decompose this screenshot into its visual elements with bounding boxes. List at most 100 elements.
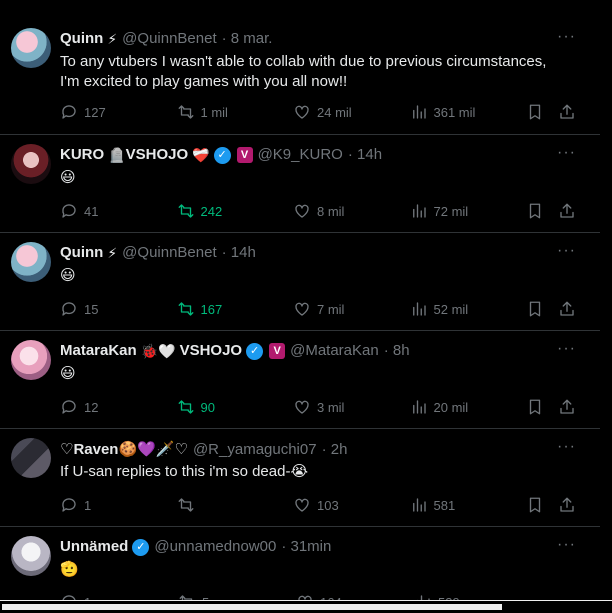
more-icon[interactable]: ··· (557, 28, 576, 46)
views-icon (412, 498, 426, 512)
reply-button[interactable]: 12 (60, 398, 177, 416)
like-icon (295, 105, 309, 119)
tweet-secondary-actions (526, 398, 576, 416)
affiliate-badge-icon[interactable]: V (236, 147, 253, 163)
like-button[interactable]: 24 mil (293, 103, 410, 121)
avatar[interactable] (11, 536, 51, 576)
retweet-button[interactable]: 242 (177, 202, 294, 220)
more-icon[interactable]: ··· (557, 242, 576, 260)
more-icon[interactable]: ··· (557, 144, 576, 162)
share-icon[interactable] (558, 300, 576, 318)
bookmark-icon[interactable] (526, 300, 544, 318)
handle[interactable]: @QuinnBenet (122, 29, 216, 49)
display-name[interactable]: KURO (60, 145, 104, 165)
display-name[interactable]: Unnämed (60, 537, 128, 557)
reply-count: 41 (84, 203, 99, 219)
retweet-count: 1 mil (200, 104, 228, 120)
tweet[interactable]: MataraKan 🐞🤍 VSHOJO ✓ V @MataraKan · 8h … (0, 330, 600, 429)
views-button[interactable]: 20 mil (410, 398, 527, 416)
retweet-icon (178, 204, 193, 218)
like-count: 103 (317, 497, 339, 513)
retweet-count: 90 (200, 399, 215, 415)
timestamp[interactable]: · 8h (384, 341, 410, 361)
handle[interactable]: @QuinnBenet (122, 243, 216, 263)
tweet-actions: 15 167 7 mil 52 mil (60, 299, 576, 319)
tweet[interactable]: Quinn ⚡ @QuinnBenet · 8 mar. ··· To any … (0, 14, 600, 135)
like-count: 8 mil (317, 203, 345, 219)
more-icon[interactable]: ··· (557, 536, 576, 554)
tweet-secondary-actions (526, 202, 576, 220)
avatar[interactable] (11, 28, 51, 68)
tweet-header: Unnämed ✓ @unnamednow00 · 31min (60, 537, 331, 557)
views-count: 72 mil (433, 203, 469, 219)
bookmark-icon[interactable] (526, 398, 544, 416)
like-count: 24 mil (317, 104, 352, 120)
tweet-secondary-actions (526, 496, 576, 514)
verified-icon: ✓ (213, 146, 231, 164)
reply-button[interactable]: 127 (60, 103, 177, 121)
avatar[interactable] (11, 340, 51, 380)
name-emoji: ❤️‍🩹 (192, 147, 210, 163)
tweet-secondary-actions (526, 103, 576, 121)
share-icon[interactable] (558, 398, 576, 416)
tweet-text: 😃 (60, 365, 76, 382)
reply-button[interactable]: 15 (60, 300, 177, 318)
retweet-icon (178, 302, 193, 316)
retweet-button[interactable]: 90 (177, 398, 294, 416)
scrollbar-thumb[interactable] (2, 604, 502, 610)
display-name[interactable]: Quinn (60, 243, 103, 263)
timestamp[interactable]: · 2h (322, 440, 348, 460)
views-button[interactable]: 361 mil (410, 103, 527, 121)
like-button[interactable]: 8 mil (293, 202, 410, 220)
retweet-count: 242 (200, 203, 223, 219)
bookmark-icon[interactable] (526, 202, 544, 220)
tweet[interactable]: ♡Raven🍪💜🗡️♡ @R_yamaguchi07 · 2h ··· If U… (0, 428, 600, 527)
affiliate-badge-icon[interactable]: V (269, 343, 286, 359)
handle[interactable]: @unnamednow00 (154, 537, 276, 557)
like-button[interactable]: 103 (293, 496, 410, 514)
views-button[interactable]: 581 (410, 496, 527, 514)
vertical-scrollbar[interactable] (600, 0, 612, 612)
tweet[interactable]: KURO 🪦 VSHOJO ❤️‍🩹 ✓ V @K9_KURO · 14h ··… (0, 134, 600, 233)
more-icon[interactable]: ··· (557, 438, 576, 456)
views-button[interactable]: 72 mil (410, 202, 527, 220)
retweet-button[interactable]: 1 mil (177, 103, 294, 121)
bookmark-icon[interactable] (526, 103, 544, 121)
views-count: 20 mil (433, 399, 469, 415)
horizontal-scrollbar[interactable] (0, 600, 612, 613)
retweet-button[interactable]: 167 (177, 300, 294, 318)
reply-button[interactable]: 41 (60, 202, 177, 220)
views-icon (412, 302, 426, 316)
reply-count: 127 (84, 104, 106, 120)
like-icon (295, 400, 309, 414)
reply-button[interactable]: 1 (60, 496, 177, 514)
timestamp[interactable]: · 8 mar. (222, 29, 273, 49)
timestamp[interactable]: · 14h (222, 243, 256, 263)
views-count: 361 mil (433, 104, 476, 120)
like-button[interactable]: 3 mil (293, 398, 410, 416)
retweet-icon (178, 105, 193, 119)
timestamp[interactable]: · 31min (281, 537, 331, 557)
display-name[interactable]: Quinn (60, 29, 103, 49)
timestamp[interactable]: · 14h (348, 145, 382, 165)
avatar[interactable] (11, 438, 51, 478)
share-icon[interactable] (558, 103, 576, 121)
tweet[interactable]: Quinn ⚡ @QuinnBenet · 14h ··· 😃 15 167 7… (0, 232, 600, 331)
tweet-text: If U-san replies to this i'm so dead-😭 (60, 463, 308, 480)
handle[interactable]: @R_yamaguchi07 (193, 440, 317, 460)
share-icon[interactable] (558, 202, 576, 220)
handle[interactable]: @MataraKan (290, 341, 379, 361)
like-button[interactable]: 7 mil (293, 300, 410, 318)
bookmark-icon[interactable] (526, 496, 544, 514)
like-icon (295, 498, 309, 512)
display-name[interactable]: MataraKan (60, 341, 137, 361)
more-icon[interactable]: ··· (557, 340, 576, 358)
avatar[interactable] (11, 144, 51, 184)
views-button[interactable]: 52 mil (410, 300, 527, 318)
avatar[interactable] (11, 242, 51, 282)
handle[interactable]: @K9_KURO (258, 145, 343, 165)
share-icon[interactable] (558, 496, 576, 514)
display-name[interactable]: ♡Raven🍪💜🗡️♡ (60, 440, 188, 460)
retweet-button[interactable] (177, 496, 294, 514)
name-emoji: ⚡ (107, 31, 118, 47)
